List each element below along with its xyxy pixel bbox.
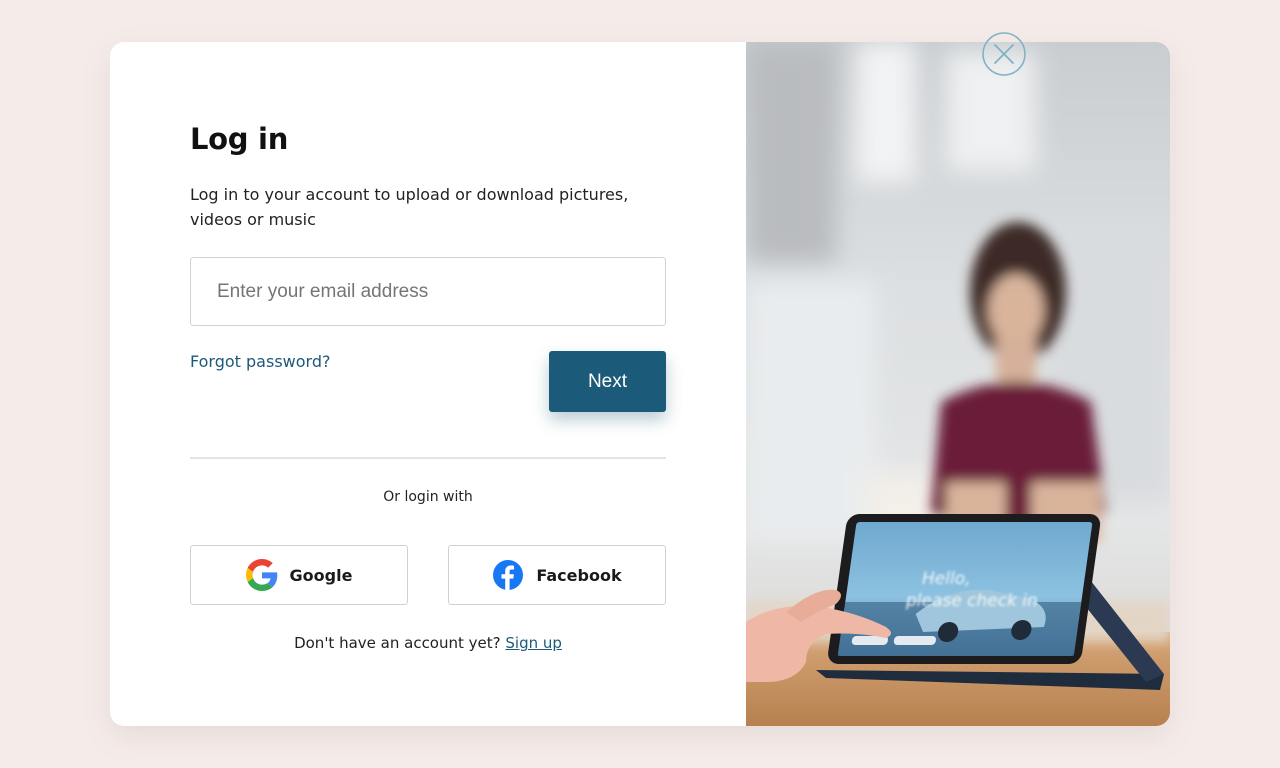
facebook-icon — [492, 559, 524, 591]
signup-prompt: Don't have an account yet? Sign up — [190, 634, 666, 652]
tablet-text-line1: Hello, — [922, 569, 971, 589]
login-panel: Log in Log in to your account to upload … — [110, 42, 746, 726]
google-login-button[interactable]: Google — [190, 545, 408, 605]
facebook-login-button[interactable]: Facebook — [448, 545, 666, 605]
login-subtitle: Log in to your account to upload or down… — [190, 185, 629, 229]
google-icon — [245, 559, 278, 591]
email-field-wrapper — [190, 257, 666, 326]
next-button[interactable]: Next — [549, 351, 666, 412]
no-account-label: Don't have an account yet? — [294, 634, 501, 652]
close-icon — [982, 32, 1026, 80]
or-login-label: Or login with — [383, 489, 473, 505]
divider — [190, 457, 666, 459]
forgot-password-link[interactable]: Forgot password? — [190, 352, 330, 371]
hero-photo: Hello, please check in — [746, 42, 1170, 726]
google-label: Google — [289, 565, 353, 585]
email-field[interactable] — [191, 258, 665, 325]
tablet-text-line2: please check in — [905, 591, 1038, 611]
close-button[interactable] — [982, 32, 1026, 76]
page-title: Log in — [190, 122, 289, 156]
signup-link[interactable]: Sign up — [505, 634, 562, 652]
facebook-label: Facebook — [536, 565, 622, 585]
login-modal: Log in Log in to your account to upload … — [110, 42, 1170, 726]
